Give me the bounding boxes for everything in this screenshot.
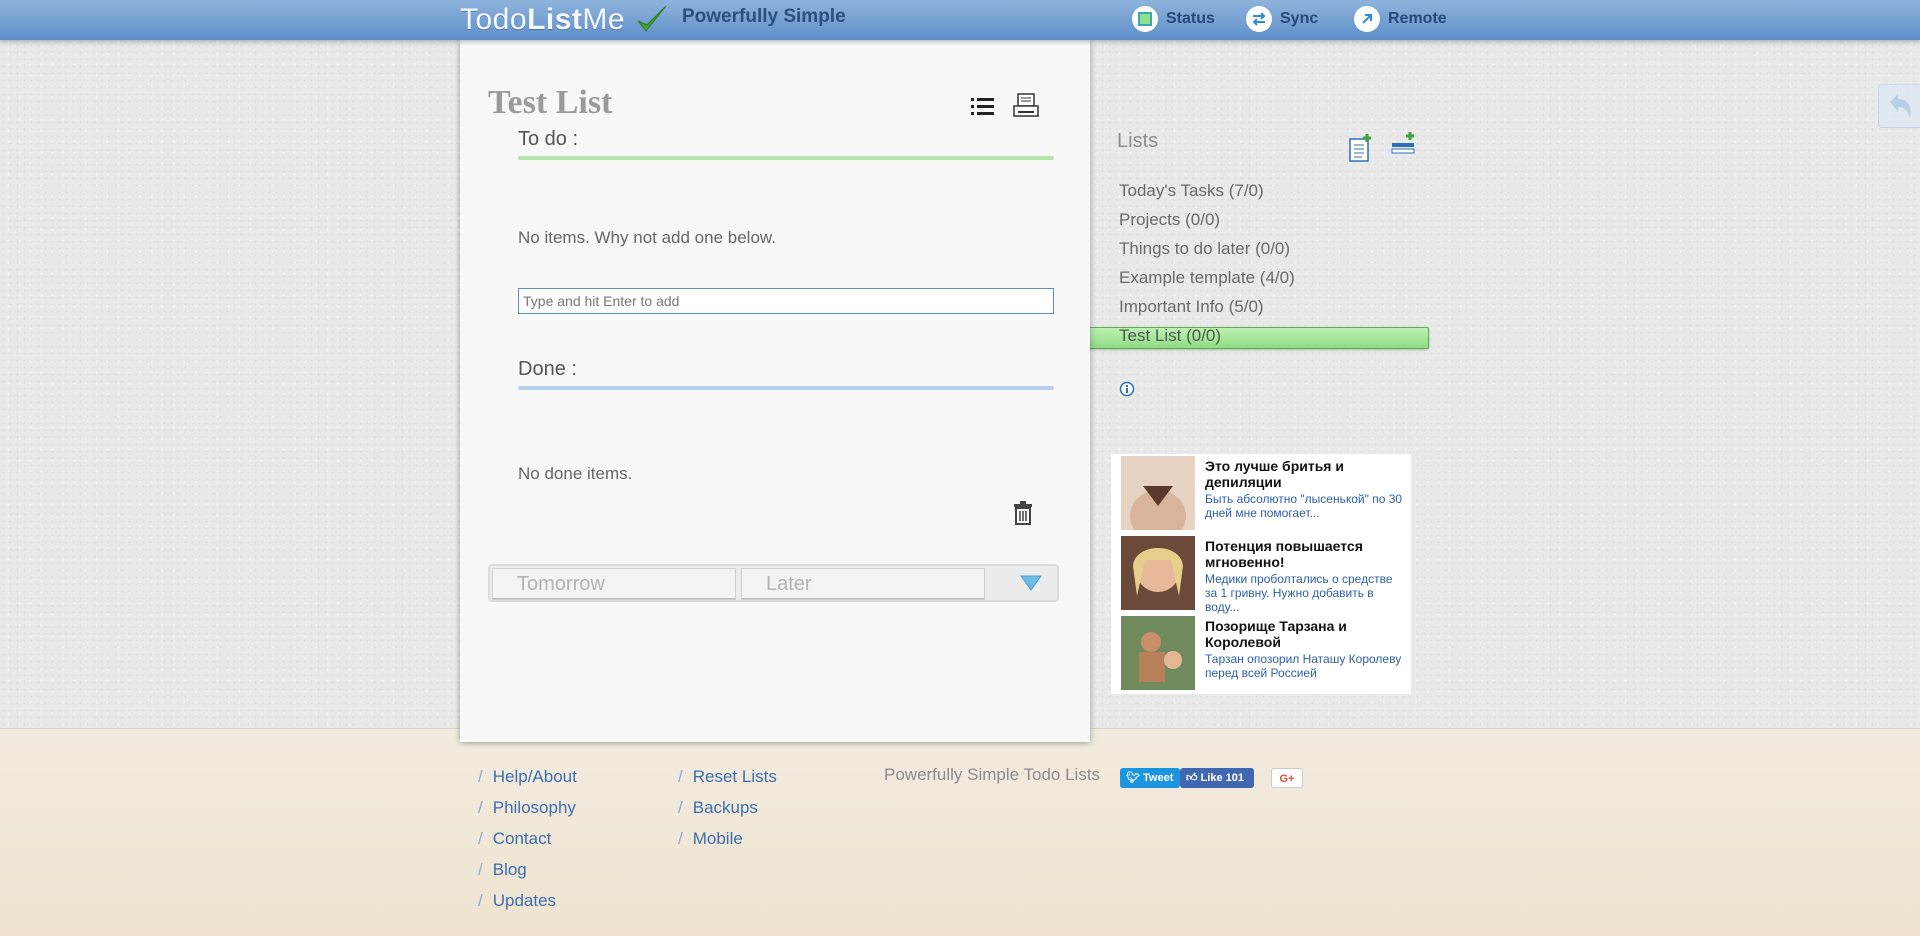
status-button[interactable]: Status bbox=[1132, 6, 1215, 32]
add-category-icon[interactable] bbox=[1390, 131, 1418, 157]
undo-icon bbox=[1890, 94, 1911, 118]
print-icon[interactable] bbox=[1012, 92, 1040, 120]
logo[interactable]: TodoListMe bbox=[460, 0, 669, 40]
undo-button[interactable] bbox=[1878, 84, 1920, 128]
status-icon bbox=[1132, 6, 1158, 32]
ad-item[interactable]: Это лучше бритья и депиляции Быть абсолю… bbox=[1121, 456, 1411, 532]
todo-empty-message: No items. Why not add one below. bbox=[518, 228, 776, 247]
list-item-projects[interactable]: Projects (0/0) bbox=[1119, 210, 1220, 230]
ad-description: Тарзан опозорил Наташу Королеву перед вс… bbox=[1205, 652, 1402, 680]
done-divider bbox=[518, 386, 1054, 390]
list-item-example-template[interactable]: Example template (4/0) bbox=[1119, 268, 1295, 288]
schedule-tabs: Tomorrow Later bbox=[488, 564, 1059, 602]
checkmark-icon bbox=[637, 5, 667, 32]
info-icon[interactable] bbox=[1119, 381, 1135, 397]
footer-link-backups[interactable]: / Backups bbox=[678, 798, 758, 818]
ad-title: Это лучше бритья и депиляции bbox=[1205, 458, 1344, 490]
footer-link-updates[interactable]: / Updates bbox=[478, 891, 556, 911]
todo-heading: To do : bbox=[518, 128, 579, 150]
footer-tagline: Powerfully Simple Todo Lists bbox=[884, 765, 1101, 784]
remote-button[interactable]: Remote bbox=[1354, 6, 1447, 32]
ad-item[interactable]: Позорище Тарзана и Королевой Тарзан опоз… bbox=[1121, 616, 1411, 692]
done-heading: Done : bbox=[518, 358, 577, 380]
ad-image bbox=[1121, 456, 1195, 530]
trash-icon[interactable] bbox=[1012, 500, 1034, 526]
chevron-down-icon[interactable] bbox=[1020, 574, 1042, 592]
ad-description: Медики проболтались о средстве за 1 грив… bbox=[1205, 572, 1393, 614]
ad-description: Быть абсолютно "лысенькой" по 30 дней мн… bbox=[1205, 492, 1403, 520]
like-button[interactable]: 👍︎ Like 101 bbox=[1180, 768, 1254, 788]
list-title[interactable]: Test List bbox=[488, 84, 612, 122]
done-empty-message: No done items. bbox=[518, 464, 633, 483]
sync-label: Sync bbox=[1280, 10, 1319, 27]
ad-image bbox=[1121, 536, 1195, 610]
footer-link-help[interactable]: / Help/About bbox=[478, 767, 577, 787]
list-view-icon[interactable] bbox=[970, 95, 996, 119]
sync-icon bbox=[1246, 6, 1272, 32]
remote-label: Remote bbox=[1388, 10, 1447, 27]
ad-title: Потенция повышается мгновенно! bbox=[1205, 538, 1363, 570]
ads-block: Это лучше бритья и депиляции Быть абсолю… bbox=[1111, 454, 1411, 694]
todo-divider bbox=[518, 156, 1054, 160]
footer-link-contact[interactable]: / Contact bbox=[478, 829, 551, 849]
list-item-important-info[interactable]: Important Info (5/0) bbox=[1119, 297, 1264, 317]
thumbs-up-icon: 👍︎ bbox=[1186, 772, 1198, 784]
ad-item[interactable]: Потенция повышается мгновенно! Медики пр… bbox=[1121, 536, 1411, 614]
footer-link-philosophy[interactable]: / Philosophy bbox=[478, 798, 576, 818]
lists-heading: Lists bbox=[1117, 130, 1159, 152]
ad-image bbox=[1121, 616, 1195, 690]
footer-link-blog[interactable]: / Blog bbox=[478, 860, 527, 880]
footer-link-mobile[interactable]: / Mobile bbox=[678, 829, 743, 849]
sync-button[interactable]: Sync bbox=[1246, 6, 1318, 32]
ad-title: Позорище Тарзана и Королевой bbox=[1205, 618, 1347, 650]
footer: / Help/About / Philosophy / Contact / Blog /… bbox=[0, 728, 1920, 936]
add-list-icon[interactable] bbox=[1348, 133, 1374, 163]
tab-later[interactable]: Later bbox=[741, 568, 985, 600]
top-bar: TodoListMe Powerfully Simple Status Sync… bbox=[0, 0, 1920, 40]
list-panel: Test List To do : No items. Why not add … bbox=[460, 40, 1090, 742]
remote-icon bbox=[1354, 6, 1380, 32]
google-plus-button[interactable]: G+ bbox=[1271, 768, 1303, 788]
footer-link-reset[interactable]: / Reset Lists bbox=[678, 767, 777, 787]
tab-tomorrow[interactable]: Tomorrow bbox=[492, 568, 736, 600]
tweet-button[interactable]: 🐦︎ Tweet bbox=[1120, 768, 1180, 788]
list-item-todays-tasks[interactable]: Today's Tasks (7/0) bbox=[1119, 181, 1264, 201]
status-label: Status bbox=[1166, 10, 1215, 27]
list-item-things-later[interactable]: Things to do later (0/0) bbox=[1119, 239, 1290, 259]
list-item-test-list[interactable]: Test List (0/0) bbox=[1119, 326, 1221, 346]
twitter-icon: 🐦︎ bbox=[1126, 772, 1140, 784]
tagline: Powerfully Simple bbox=[682, 6, 846, 27]
add-item-input[interactable] bbox=[518, 288, 1054, 314]
logo-text: TodoListMe bbox=[460, 3, 626, 36]
